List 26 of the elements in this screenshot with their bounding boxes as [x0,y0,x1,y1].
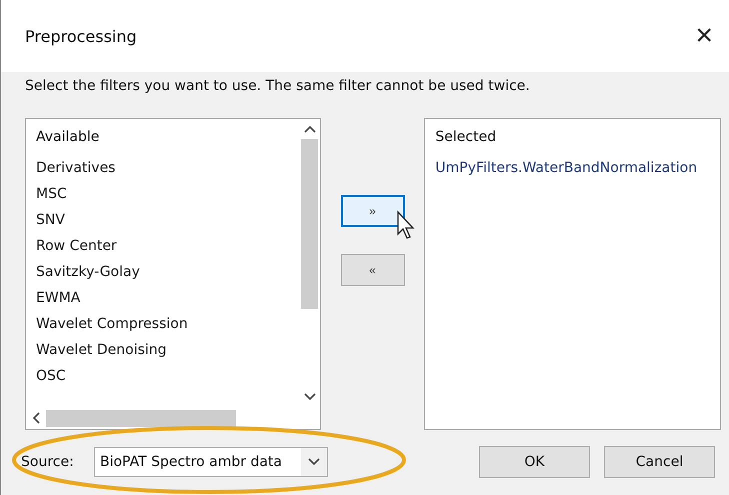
list-item[interactable]: EWMA [36,285,290,311]
list-item[interactable]: Wavelet Compression [36,311,290,337]
list-item[interactable]: Wavelet Denoising [36,337,290,363]
cancel-button[interactable]: Cancel [604,446,715,478]
remove-button[interactable]: « [340,254,404,286]
ok-button[interactable]: OK [479,446,590,478]
chevron-down-icon [308,458,320,466]
scroll-down-icon[interactable] [304,393,316,401]
list-item[interactable]: OSC [36,363,290,389]
source-label: Source: [21,454,75,470]
list-item[interactable]: UmPyFilters.WaterBandNormalization [435,155,710,181]
source-dropdown[interactable]: BioPAT Spectro ambr data [94,447,328,477]
add-button[interactable]: » [340,195,404,227]
cursor-icon [397,210,414,239]
list-header: Available [36,129,100,145]
list-item[interactable]: SNV [36,207,290,233]
list-item[interactable]: Row Center [36,233,290,259]
list-header: Selected [435,129,498,145]
list-item[interactable]: Savitzky-Golay [36,259,290,285]
scroll-up-icon[interactable] [304,125,316,133]
window-title: Preprocessing [25,26,137,46]
list-item[interactable]: MSC [36,181,290,207]
close-button[interactable]: × [691,21,717,51]
instruction-text: Select the filters you want to use. The same filter cannot be used twice. [25,78,530,94]
scroll-left-icon[interactable] [32,412,40,424]
list-item[interactable]: Derivatives [36,155,290,181]
